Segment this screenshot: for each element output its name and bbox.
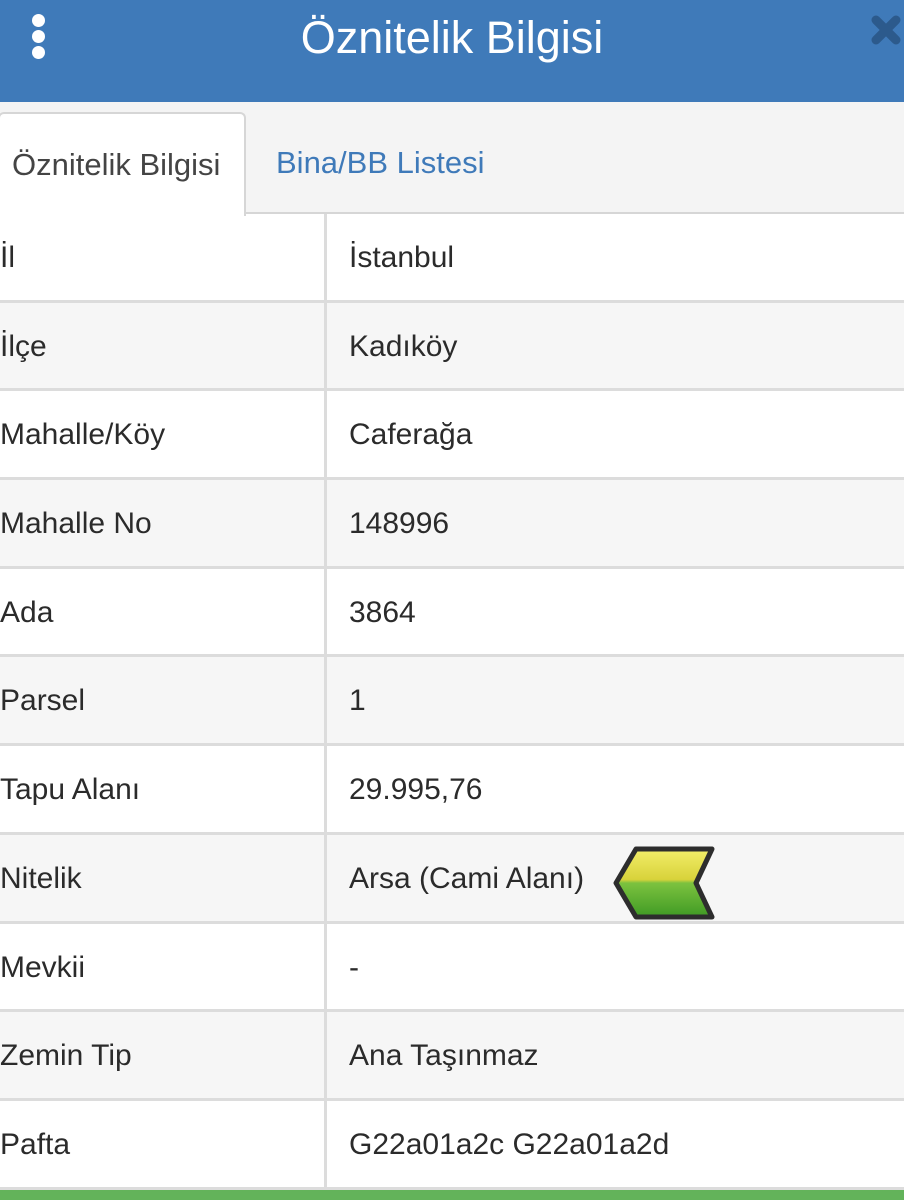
row-label: Ada [0,568,327,655]
row-value: 1 [349,684,366,718]
table-row: Mahalle No 148996 [0,480,904,569]
table-row: Ada 3864 [0,568,904,658]
row-value: Ana Taşınmaz [349,1039,539,1073]
row-value: G22a01a2c G22a01a2d [349,1127,670,1161]
row-value: - [349,950,359,984]
table-row: Mevkii - [0,923,904,1013]
table-row: Zemin Tip Ana Taşınmaz [0,1012,904,1101]
row-label: Mahalle No [0,480,327,566]
row-value: 148996 [349,507,450,541]
row-label: Zemin Tip [0,1012,327,1098]
row-value: İstanbul [349,241,455,274]
row-value: 3864 [349,595,416,629]
table-row: Tapu Alanı 29.995,76 [0,746,904,835]
tab-oznitelik-bilgisi[interactable]: Öznitelik Bilgisi [0,112,246,216]
close-icon[interactable] [868,10,904,60]
row-label: Mevkii [0,923,327,1010]
table-row: Nitelik Arsa (Cami Alanı) [0,834,904,924]
row-label: Nitelik [0,834,327,921]
row-value: 29.995,76 [349,773,483,807]
app-header: Öznitelik Bilgisi [0,0,904,102]
row-value: Caferağa [349,418,473,452]
yellow-green-flag-icon[interactable] [610,845,716,921]
table-row: Mahalle/Köy Caferağa [0,391,904,481]
table-row: Parsel 1 [0,657,904,747]
tab-bina-bb-listesi[interactable]: Bina/BB Listesi [262,112,522,214]
row-label: Parsel [0,657,327,744]
row-value: Arsa (Cami Alanı) [349,861,585,895]
row-label: Pafta [0,1100,327,1187]
tab-bar: Öznitelik Bilgisi Bina/BB Listesi [0,102,904,216]
row-label: İl [0,214,327,300]
row-label: Mahalle/Köy [0,391,327,478]
attribute-table: İl İstanbul İlçe Kadıköy Mahalle/Köy Caf… [0,214,904,1190]
table-row: İlçe Kadıköy [0,302,904,392]
table-row: Pafta G22a01a2c G22a01a2d [0,1100,904,1190]
row-value: Kadıköy [349,329,458,363]
page-title: Öznitelik Bilgisi [300,12,604,63]
row-label: Tapu Alanı [0,746,327,832]
bottom-action-bar[interactable] [0,1190,904,1200]
row-label: İlçe [0,302,327,389]
table-row: İl İstanbul [0,214,904,303]
